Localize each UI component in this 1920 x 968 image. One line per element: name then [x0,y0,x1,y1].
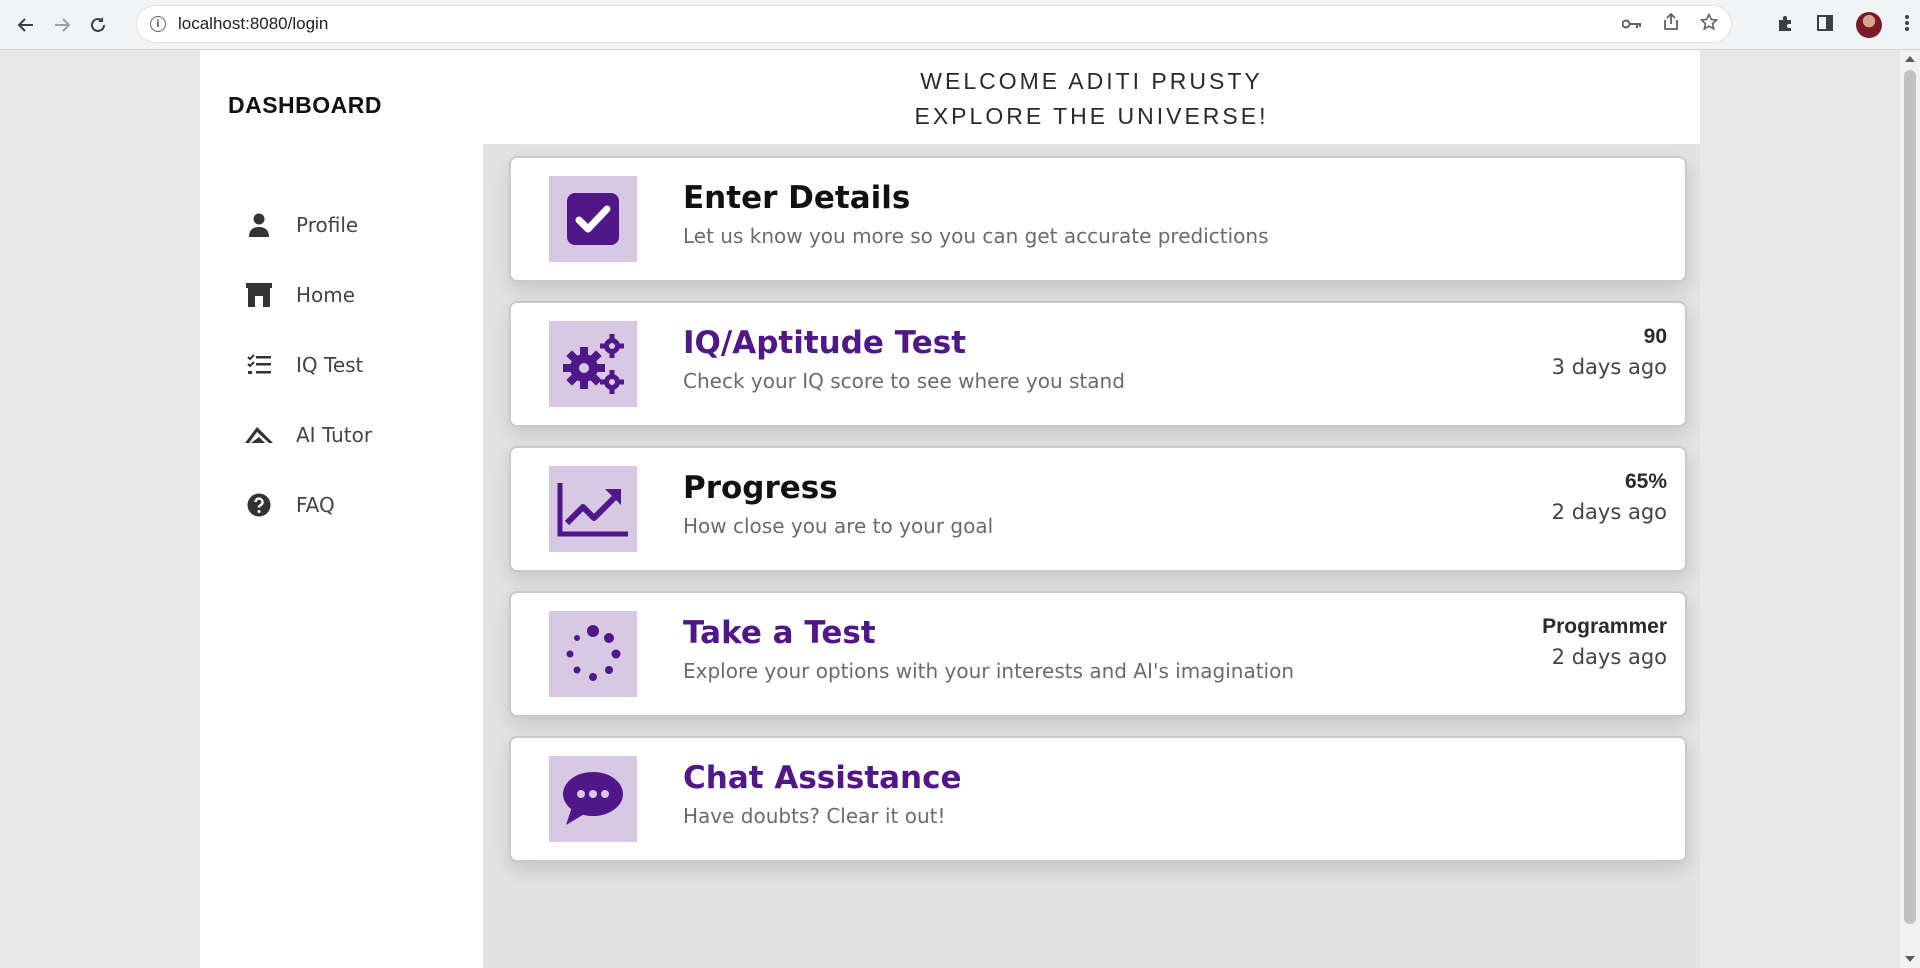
card-title: Progress [683,470,838,506]
card-meta: Programmer 2 days ago [1542,615,1667,669]
sidebar-item-label: FAQ [296,493,335,517]
sidebar-item-label: AI Tutor [296,423,373,447]
scroll-up-arrow[interactable] [1905,56,1915,62]
card-title: Enter Details [683,180,911,216]
share-icon[interactable] [1662,12,1680,36]
key-icon[interactable] [1621,14,1642,35]
gears-icon [549,321,637,407]
card-enter-details[interactable]: Enter Details Let us know you more so yo… [509,156,1687,282]
scroll-down-arrow[interactable] [1905,956,1915,962]
browser-toolbar: i localhost:8080/login [0,0,1920,50]
card-description: How close you are to your goal [683,514,994,538]
chart-line-icon [549,466,637,552]
side-panel-icon[interactable] [1816,14,1834,37]
sidebar-item-profile[interactable]: Profile [200,190,483,260]
tagline-text: EXPLORE THE UNIVERSE! [914,103,1269,129]
card-chat-assistance[interactable]: Chat Assistance Have doubts? Clear it ou… [509,736,1687,862]
sidebar-item-label: IQ Test [296,353,364,377]
sidebar-item-home[interactable]: Home [200,260,483,330]
welcome-text: WELCOME ADITI PRUSTY [920,68,1263,94]
sidebar: DASHBOARD Profile Home IQ Test AI Tutor … [200,50,483,968]
site-info-icon[interactable]: i [150,16,166,32]
card-title: Take a Test [683,615,876,651]
card-progress[interactable]: Progress How close you are to your goal … [509,446,1687,572]
person-icon [244,210,274,240]
card-description: Explore your options with your interests… [683,659,1295,683]
tutor-icon [244,420,274,450]
card-meta: 90 3 days ago [1552,325,1667,379]
extensions-icon[interactable] [1776,14,1794,37]
sidebar-item-iq-test[interactable]: IQ Test [200,330,483,400]
sidebar-item-label: Profile [296,213,359,237]
url-text: localhost:8080/login [178,14,329,33]
home-icon [244,280,274,310]
card-description: Let us know you more so you can get accu… [683,224,1269,248]
card-timestamp: 3 days ago [1551,355,1667,379]
test-result-value: Programmer [1542,615,1667,638]
card-meta: 65% 2 days ago [1552,470,1667,524]
card-description: Check your IQ score to see where you sta… [683,369,1125,393]
question-icon [244,490,274,520]
card-take-a-test[interactable]: Take a Test Explore your options with yo… [509,591,1687,717]
main-content: Enter Details Let us know you more so yo… [483,144,1700,968]
iq-score-value: 90 [1643,325,1667,348]
reload-icon[interactable] [80,7,116,43]
welcome-header: WELCOME ADITI PRUSTY EXPLORE THE UNIVERS… [483,50,1700,144]
sidebar-menu: Profile Home IQ Test AI Tutor FAQ [200,190,483,540]
forward-icon[interactable] [44,7,80,43]
card-title: IQ/Aptitude Test [683,325,967,361]
card-list: Enter Details Let us know you more so yo… [509,156,1687,881]
sidebar-item-faq[interactable]: FAQ [200,470,483,540]
sidebar-item-label: Home [296,283,356,307]
spinner-icon [549,611,637,697]
progress-percent-value: 65% [1624,470,1667,493]
card-iq-aptitude-test[interactable]: IQ/Aptitude Test Check your IQ score to … [509,301,1687,427]
card-title: Chat Assistance [683,760,962,796]
scrollbar-thumb[interactable] [1904,70,1916,924]
back-icon[interactable] [8,7,44,43]
chat-icon [549,756,637,842]
sidebar-item-ai-tutor[interactable]: AI Tutor [200,400,483,470]
checklist-icon [244,350,274,380]
dashboard-page: DASHBOARD Profile Home IQ Test AI Tutor … [200,50,1700,968]
brand-title: DASHBOARD [228,92,382,118]
checkbox-icon [549,176,637,262]
profile-avatar[interactable] [1856,12,1882,38]
card-timestamp: 2 days ago [1551,645,1667,669]
page-scrollbar[interactable] [1900,50,1920,968]
address-bar[interactable]: i localhost:8080/login [136,5,1732,43]
bookmark-star-icon[interactable] [1699,12,1719,36]
card-description: Have doubts? Clear it out! [683,804,946,828]
menu-dots-icon[interactable] [1904,14,1910,37]
card-timestamp: 2 days ago [1551,500,1667,524]
